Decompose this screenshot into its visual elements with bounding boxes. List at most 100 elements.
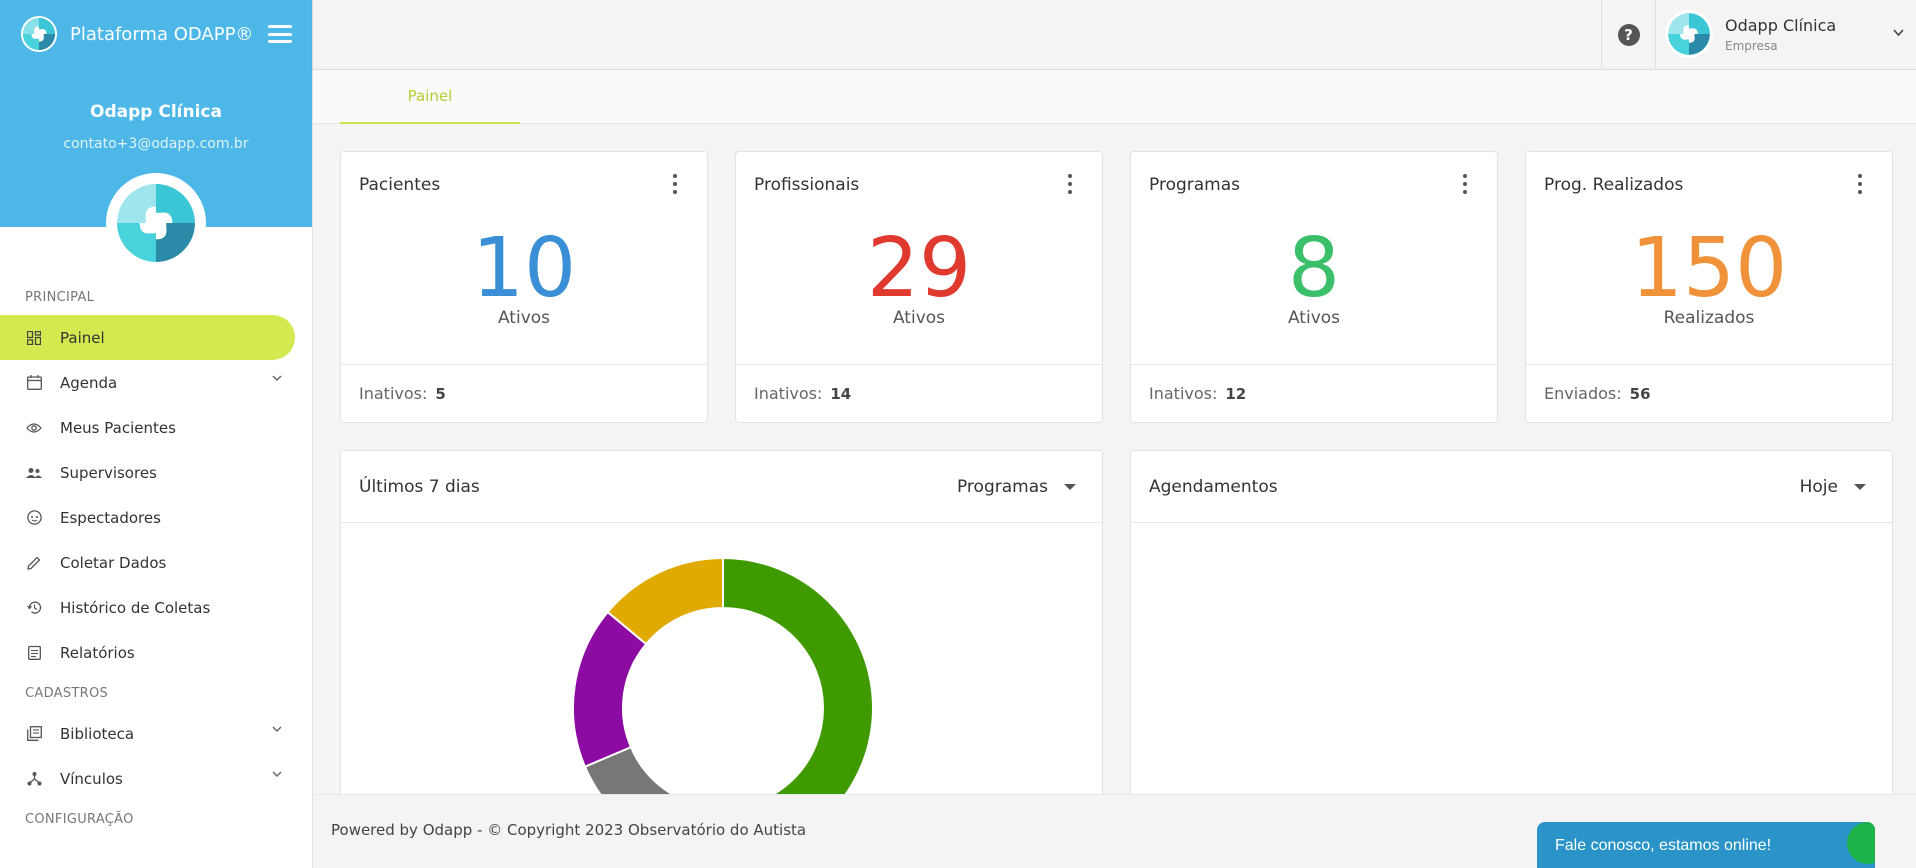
stat-card-profissionais: Profissionais 29 Ativos Inativos: 14 [735,151,1103,423]
more-options-icon[interactable] [1068,174,1074,194]
profile-info: Odapp Clínica Empresa [1725,16,1836,53]
sidebar-item-agenda[interactable]: Agenda [0,360,312,405]
schedule-panel: Agendamentos Hoje [1130,450,1893,795]
stat-footer: Inativos: 5 [341,364,707,422]
stat-footer-value: 14 [830,384,852,403]
stat-card-pacientes: Pacientes 10 Ativos Inativos: 5 [340,151,708,423]
stat-label: Ativos [1287,308,1341,328]
calendar-icon [26,375,42,391]
top-header: ? Odapp Clínica Empresa [313,0,1916,70]
stat-footer: Enviados: 56 [1526,364,1892,422]
panel-header: Últimos 7 dias Programas [341,451,1102,523]
more-options-icon[interactable] [1463,174,1469,194]
donut-slice-0[interactable] [722,556,874,795]
section-cadastros: CADASTROS [25,685,109,701]
tab-painel[interactable]: Painel [340,70,520,124]
schedule-filter-select[interactable]: Hoje [1800,477,1874,497]
stat-footer-label: Inativos: [1149,384,1218,403]
avatar [1665,10,1713,58]
stat-footer-value: 56 [1629,384,1651,403]
select-value: Programas [956,476,1048,497]
brand: Plataforma ODAPP® [0,0,312,68]
help-icon: ? [1617,24,1640,46]
more-options-icon[interactable] [673,174,679,194]
sidebar-item-label: Coletar Dados [60,553,167,572]
sidebar-item-label: Espectadores [60,508,161,527]
sidebar-item-label: Relatórios [60,643,135,662]
sidebar-item-espectadores[interactable]: Espectadores [0,495,312,540]
panel-title: Agendamentos [1149,476,1278,497]
stat-footer-label: Inativos: [359,384,428,403]
people-icon [26,465,42,481]
eye-icon [26,420,42,436]
sidebar-item-label: Supervisores [60,463,157,482]
stat-label: Ativos [892,308,946,328]
stat-label: Ativos [497,308,551,328]
pencil-icon [26,555,42,571]
history-icon [26,600,42,616]
caret-down-icon [1064,483,1076,490]
menu-toggle-icon[interactable] [268,25,292,43]
chevron-down-icon [272,771,282,778]
sidebar-item-label: Painel [60,328,105,347]
puzzle-avatar-icon [1668,13,1710,55]
chevron-down-icon [272,726,282,733]
stat-value: 10 [471,221,577,316]
chat-label: Fale conosco, estamos online! [1555,836,1772,854]
card-title: Programas [1149,175,1241,195]
sidebar: Plataforma ODAPP® Odapp Clínica contato+… [0,0,313,868]
sidebar-item-label: Vínculos [60,769,123,788]
stat-footer: Inativos: 14 [736,364,1102,422]
sidebar-user-email: contato+3@odapp.com.br [63,136,249,152]
library-icon [26,726,42,742]
chart-filter-select[interactable]: Programas [957,477,1084,497]
stat-footer-value: 12 [1225,384,1247,403]
panel-header: Agendamentos Hoje [1131,451,1892,523]
card-title: Pacientes [359,175,441,195]
sidebar-item-historico-de-coletas[interactable]: Histórico de Coletas [0,585,312,630]
chevron-down-icon [272,375,282,382]
sidebar-profile-header: Plataforma ODAPP® Odapp Clínica contato+… [0,0,312,273]
stat-label: Realizados [1663,308,1755,328]
chevron-down-icon[interactable] [1893,29,1904,37]
puzzle-logo-icon [20,15,58,53]
sidebar-item-painel[interactable]: Painel [0,315,295,360]
profile-menu[interactable]: Odapp Clínica Empresa [1665,10,1836,58]
sidebar-item-relatorios[interactable]: Relatórios [0,630,312,675]
sidebar-item-label: Meus Pacientes [60,418,176,437]
link-icon [26,771,42,787]
stat-card-programas: Programas 8 Ativos Inativos: 12 [1130,151,1498,423]
chat-widget-button[interactable]: Fale conosco, estamos online! [1537,822,1875,868]
sidebar-item-label: Biblioteca [60,724,135,743]
select-value: Hoje [1799,476,1838,497]
help-button[interactable]: ? [1601,0,1656,70]
caret-down-icon [1854,483,1866,490]
stat-card-prog-realizados: Prog. Realizados 150 Realizados Enviados… [1525,151,1893,423]
panel-title: Últimos 7 dias [359,476,480,497]
section-configuracao: CONFIGURAÇÃO [25,811,134,827]
sidebar-item-coletar-dados[interactable]: Coletar Dados [0,540,312,585]
stat-value: 29 [866,221,972,316]
dashboard-icon [26,330,42,346]
brand-name: Plataforma ODAPP® [70,23,254,45]
sidebar-item-supervisores[interactable]: Supervisores [0,450,312,495]
stat-value: 8 [1287,221,1341,316]
sidebar-item-vinculos[interactable]: Vínculos [0,756,312,801]
sidebar-item-biblioteca[interactable]: Biblioteca [0,711,312,756]
donut-chart [572,556,874,795]
section-principal: PRINCIPAL [25,289,95,305]
stat-footer-value: 5 [435,384,446,403]
face-icon [26,510,42,526]
stat-footer-label: Inativos: [754,384,823,403]
stat-value: 150 [1630,221,1788,316]
tab-bar: Painel [313,70,1916,124]
puzzle-avatar-icon [117,184,195,262]
sidebar-user-name: Odapp Clínica [90,102,222,122]
sidebar-menu: PRINCIPAL Painel Agenda Meus Pacientes S… [0,227,312,837]
more-options-icon[interactable] [1858,174,1864,194]
online-status-icon [1847,822,1875,864]
profile-name: Odapp Clínica [1725,15,1837,35]
sidebar-item-meus-pacientes[interactable]: Meus Pacientes [0,405,312,450]
card-title: Profissionais [754,175,860,195]
page-footer: Powered by Odapp - © Copyright 2023 Obse… [313,794,1916,868]
